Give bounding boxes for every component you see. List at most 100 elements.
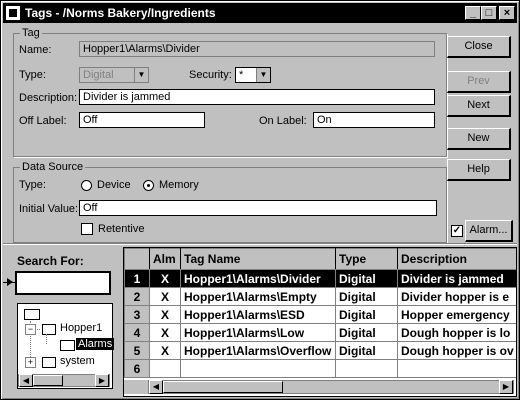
scroll-right-icon[interactable]: ▶ — [95, 374, 109, 387]
title-bar[interactable]: Tags - /Norms Bakery/Ingredients _ □ × — [3, 3, 517, 23]
search-input[interactable] — [15, 271, 111, 295]
table-row[interactable]: 1 X Hopper1\Alarms\Divider Digital Divid… — [124, 269, 516, 288]
tag-name-cell[interactable] — [180, 359, 336, 378]
tag-name-cell[interactable]: Hopper1\Alarms\Overflow — [180, 341, 336, 360]
row-number[interactable]: 1 — [124, 269, 150, 288]
folder-icon — [42, 357, 56, 368]
off-label-field[interactable]: Off — [79, 112, 205, 128]
expand-system-icon[interactable]: + — [25, 357, 36, 368]
help-button[interactable]: Help — [447, 159, 511, 181]
alarm-mark[interactable] — [149, 359, 181, 378]
off-label-label: Off Label: — [19, 115, 67, 127]
next-button[interactable]: Next — [447, 95, 511, 117]
scroll-thumb[interactable] — [33, 375, 63, 386]
description-cell[interactable]: Dough hopper is lo — [397, 323, 516, 342]
folder-tree: − − Hopper1 Alarms + system ◀ ▶ — [17, 303, 115, 389]
on-label-label: On Label: — [259, 115, 307, 127]
folder-icon — [24, 309, 40, 320]
row-number[interactable]: 5 — [124, 341, 150, 360]
device-label[interactable]: Device — [97, 179, 131, 191]
alarm-mark[interactable]: X — [149, 269, 181, 288]
type-cell[interactable]: Digital — [335, 305, 398, 324]
tag-name-cell[interactable]: Hopper1\Alarms\Low — [180, 323, 336, 342]
on-label-field[interactable]: On — [313, 112, 435, 128]
search-label: Search For: — [17, 254, 84, 268]
scroll-right-icon[interactable]: ▶ — [499, 380, 513, 394]
collapse-hopper-icon[interactable]: − — [25, 324, 36, 335]
table-row[interactable]: 4 X Hopper1\Alarms\Low Digital Dough hop… — [124, 323, 516, 342]
type-cell[interactable]: Digital — [335, 341, 398, 360]
table-row[interactable]: 3 X Hopper1\Alarms\ESD Digital Hopper em… — [124, 305, 516, 324]
chevron-down-icon: ▼ — [256, 68, 270, 82]
description-cell[interactable]: Divider is jammed — [397, 269, 516, 288]
scroll-left-icon[interactable]: ◀ — [19, 374, 33, 387]
close-button[interactable]: Close — [447, 36, 511, 58]
scroll-left-icon[interactable]: ◀ — [149, 380, 163, 394]
table-horizontal-scrollbar[interactable]: ◀ ▶ — [148, 380, 514, 394]
app-icon[interactable] — [6, 6, 20, 20]
tag-name-cell[interactable]: Hopper1\Alarms\Divider — [180, 269, 336, 288]
type-cell[interactable]: Digital — [335, 323, 398, 342]
tag-name-cell[interactable]: Hopper1\Alarms\ESD — [180, 305, 336, 324]
window-title: Tags - /Norms Bakery/Ingredients — [25, 6, 216, 20]
alarm-checkbox[interactable]: ✓ — [451, 225, 463, 237]
tree-item-alarms[interactable]: Alarms — [76, 338, 115, 350]
alarm-mark[interactable]: X — [149, 341, 181, 360]
tree-item-system[interactable]: system — [60, 355, 95, 367]
row-number[interactable]: 3 — [124, 305, 150, 324]
prev-button[interactable]: Prev — [447, 71, 511, 93]
security-dropdown[interactable]: * ▼ — [235, 67, 271, 83]
table-row[interactable]: 2 X Hopper1\Alarms\Empty Digital Divider… — [124, 287, 516, 306]
minimize-button[interactable]: _ — [465, 6, 481, 20]
close-window-button[interactable]: × — [499, 6, 515, 20]
memory-label[interactable]: Memory — [159, 179, 199, 191]
tree-item-hopper[interactable]: Hopper1 — [60, 322, 102, 334]
device-radio[interactable] — [81, 180, 92, 191]
name-label: Name: — [19, 44, 52, 56]
description-cell[interactable]: Dough hopper is ov — [397, 341, 516, 360]
type-cell[interactable]: Digital — [335, 287, 398, 306]
tree-line — [46, 334, 48, 344]
column-header-type[interactable]: Type — [335, 248, 398, 270]
type-cell[interactable] — [335, 359, 398, 378]
maximize-button[interactable]: □ — [481, 6, 497, 20]
column-header-tag-name[interactable]: Tag Name — [180, 248, 336, 270]
tags-table: Alm Tag Name Type Description 1 X Hopper… — [123, 247, 517, 397]
scroll-thumb[interactable] — [163, 381, 283, 393]
chevron-down-icon: ▼ — [134, 68, 148, 82]
column-header-description[interactable]: Description — [397, 248, 516, 270]
row-number[interactable]: 4 — [124, 323, 150, 342]
memory-radio[interactable] — [143, 180, 154, 191]
table-row[interactable]: 5 X Hopper1\Alarms\Overflow Digital Doug… — [124, 341, 516, 360]
retentive-checkbox[interactable] — [81, 223, 93, 235]
data-source-group-title: Data Source — [20, 161, 86, 173]
description-cell[interactable]: Hopper emergency — [397, 305, 516, 324]
splitter[interactable] — [3, 243, 517, 245]
description-label: Description: — [19, 92, 78, 104]
description-field[interactable]: Divider is jammed — [79, 89, 435, 105]
type-label: Type: — [19, 69, 46, 81]
description-cell[interactable] — [397, 359, 516, 378]
alarm-mark[interactable]: X — [149, 287, 181, 306]
description-cell[interactable]: Divider hopper is e — [397, 287, 516, 306]
new-button[interactable]: New — [447, 128, 511, 150]
folder-icon — [42, 324, 56, 335]
row-number[interactable]: 2 — [124, 287, 150, 306]
retentive-label[interactable]: Retentive — [98, 223, 144, 235]
tags-window: Tags - /Norms Bakery/Ingredients _ □ × T… — [0, 0, 520, 400]
scroll-corner — [124, 380, 148, 394]
type-dropdown[interactable]: Digital ▼ — [79, 67, 149, 83]
column-header-alm[interactable]: Alm — [149, 248, 181, 270]
alarm-button[interactable]: Alarm... — [465, 220, 513, 242]
tag-name-cell[interactable]: Hopper1\Alarms\Empty — [180, 287, 336, 306]
initial-value-field[interactable]: Off — [79, 200, 437, 216]
tag-group-title: Tag — [20, 27, 42, 39]
alarm-mark[interactable]: X — [149, 323, 181, 342]
type-cell[interactable]: Digital — [335, 269, 398, 288]
initial-value-label: Initial Value: — [19, 203, 79, 215]
row-header-corner — [124, 248, 150, 270]
tree-horizontal-scrollbar[interactable]: ◀ ▶ — [18, 374, 110, 387]
row-number[interactable]: 6 — [124, 359, 150, 378]
table-row[interactable]: 6 — [124, 359, 516, 378]
alarm-mark[interactable]: X — [149, 305, 181, 324]
